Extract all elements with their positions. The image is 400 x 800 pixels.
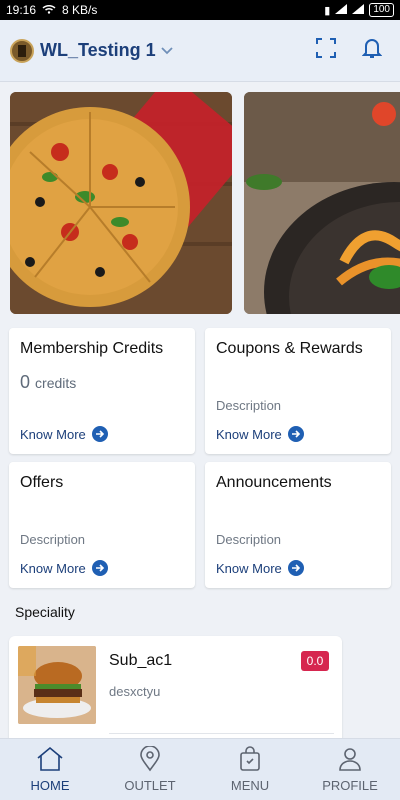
credits-value: 0 credits	[20, 372, 184, 393]
price-badge: 0.0	[301, 651, 329, 671]
speciality-item-description: desxctyu	[109, 684, 161, 699]
arrow-right-icon	[91, 426, 108, 442]
divider	[109, 733, 334, 734]
status-time: 19:16	[6, 3, 37, 17]
banner-image-pizza[interactable]	[10, 92, 232, 314]
arrow-right-icon	[287, 560, 304, 576]
person-icon	[337, 746, 363, 775]
banner-carousel[interactable]	[10, 92, 400, 314]
speciality-item-image	[18, 646, 96, 724]
know-more-label: Know More	[216, 560, 282, 576]
nav-home[interactable]: HOME	[0, 739, 100, 800]
speciality-item-card[interactable]: Sub_ac1 desxctyu 0.0	[9, 636, 342, 746]
signal-icon	[335, 3, 348, 17]
bottom-navigation: HOME OUTLET MENU PROFILE	[0, 738, 400, 800]
location-pin-icon	[138, 745, 162, 775]
know-more-label: Know More	[20, 560, 86, 576]
announcements-description: Description	[216, 532, 282, 547]
know-more-label: Know More	[216, 426, 282, 442]
nav-menu-label: MENU	[230, 778, 270, 793]
banner-image-pasta[interactable]	[244, 92, 400, 314]
coupons-description: Description	[216, 398, 282, 413]
speciality-heading: Speciality	[15, 604, 75, 620]
status-bar: 19:16 8 KB/s ▮ 100	[0, 0, 400, 20]
nav-outlet-label: OUTLET	[124, 778, 176, 793]
coupons-rewards-card[interactable]: Coupons & Rewards Description Know More	[205, 328, 391, 454]
announcements-know-more-link[interactable]: Know More	[216, 560, 304, 576]
nav-outlet[interactable]: OUTLET	[100, 739, 200, 800]
app-header: WL_Testing 1	[0, 20, 400, 82]
store-name[interactable]: WL_Testing 1	[40, 40, 156, 61]
nav-profile[interactable]: PROFILE	[300, 739, 400, 800]
membership-credits-card[interactable]: Membership Credits 0 credits Know More	[9, 328, 195, 454]
offers-know-more-link[interactable]: Know More	[20, 560, 108, 576]
credits-number: 0	[20, 372, 31, 392]
shopping-bag-icon	[238, 746, 262, 775]
speciality-item-name: Sub_ac1	[109, 652, 173, 669]
nav-home-label: HOME	[30, 778, 70, 793]
scan-icon[interactable]	[316, 38, 336, 63]
coupons-rewards-title: Coupons & Rewards	[216, 340, 363, 357]
home-icon	[36, 746, 64, 775]
announcements-title: Announcements	[216, 474, 332, 491]
offers-title: Offers	[20, 474, 64, 491]
announcements-card[interactable]: Announcements Description Know More	[205, 462, 391, 588]
vibrate-icon: ▮	[324, 4, 331, 17]
chevron-down-icon[interactable]	[160, 42, 174, 60]
arrow-right-icon	[91, 560, 108, 576]
network-speed: 8 KB/s	[62, 3, 98, 17]
membership-credits-title: Membership Credits	[20, 340, 164, 357]
bell-icon[interactable]	[361, 37, 383, 64]
know-more-label: Know More	[20, 426, 86, 442]
wifi-icon	[42, 3, 56, 17]
signal-icon-2	[352, 3, 365, 17]
arrow-right-icon	[287, 426, 304, 442]
store-logo-icon[interactable]	[10, 38, 34, 63]
membership-know-more-link[interactable]: Know More	[20, 426, 108, 442]
offers-card[interactable]: Offers Description Know More	[9, 462, 195, 588]
nav-profile-label: PROFILE	[322, 778, 378, 793]
battery-icon: 100	[369, 3, 394, 17]
credits-unit: credits	[35, 375, 77, 391]
coupons-know-more-link[interactable]: Know More	[216, 426, 304, 442]
nav-menu[interactable]: MENU	[200, 739, 300, 800]
offers-description: Description	[20, 532, 86, 547]
